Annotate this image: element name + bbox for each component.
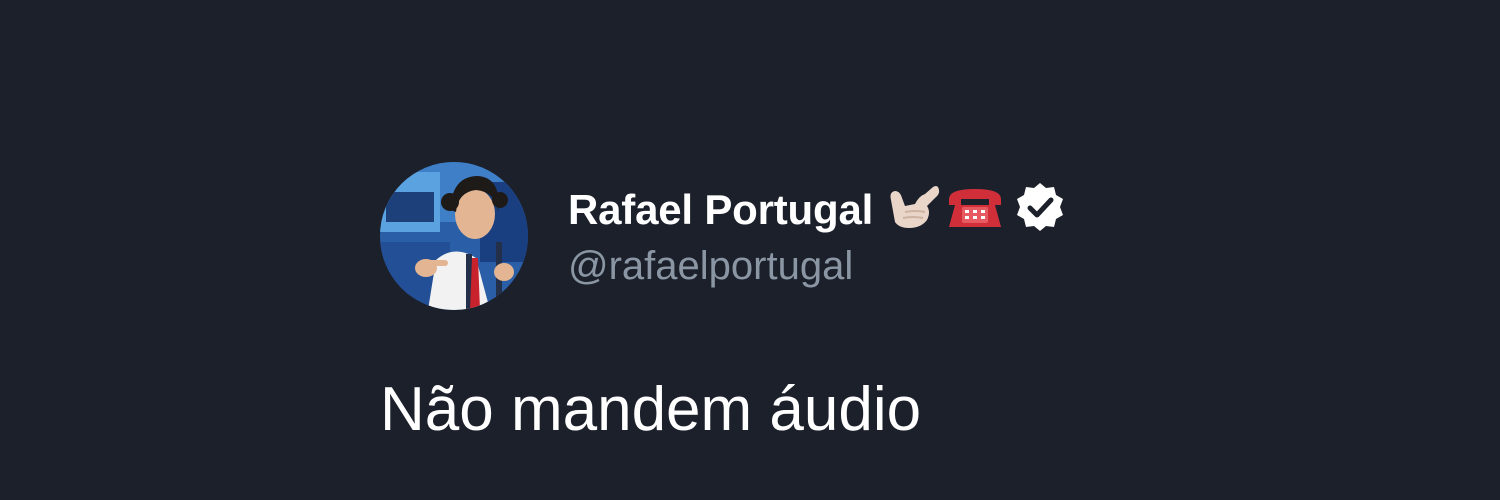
call-me-hand-emoji-icon: [885, 182, 941, 237]
avatar[interactable]: [380, 162, 528, 310]
avatar-photo: [380, 162, 528, 310]
tweet-author: Rafael Portugal @rafaelportugal: [568, 182, 1067, 289]
verified-badge-icon: [1013, 180, 1067, 239]
tweet-header: Rafael Portugal @rafaelportugal: [380, 162, 1280, 310]
author-name-row: Rafael Portugal: [568, 182, 1067, 238]
author-handle[interactable]: @rafaelportugal: [568, 244, 1067, 289]
author-display-name[interactable]: Rafael Portugal: [568, 186, 873, 234]
telephone-emoji-icon: [945, 183, 1005, 236]
tweet-card: Rafael Portugal @rafaelportugal Não mand…: [380, 162, 1280, 444]
profile-banner: Rafael Portugal @rafaelportugal Não mand…: [0, 0, 1500, 500]
tweet-text: Não mandem áudio: [380, 375, 922, 444]
